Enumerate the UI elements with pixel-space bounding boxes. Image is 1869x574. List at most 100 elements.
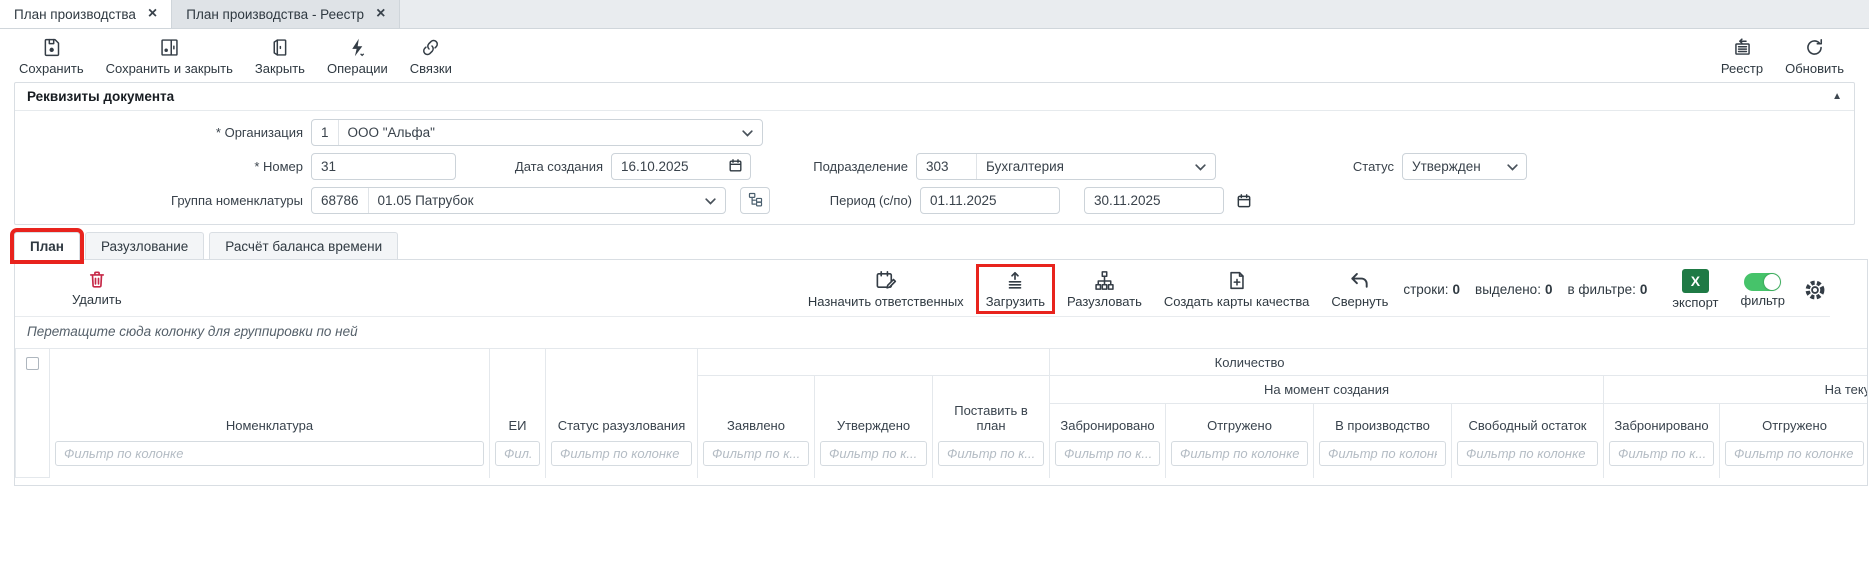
collapse-panel-icon[interactable]: ▲ [1832,91,1842,102]
close-icon[interactable]: × [148,6,157,22]
operations-button[interactable]: Операции [316,34,399,79]
column-header-reserved-2[interactable]: Забронировано [1604,404,1720,440]
registry-button[interactable]: Реестр [1710,34,1774,79]
period-calendar-icon[interactable] [1236,193,1252,209]
filter-toggle[interactable] [1744,273,1781,291]
nomenclature-group-select[interactable]: 68786 01.05 Патрубок [311,187,726,214]
chevron-down-icon [705,193,716,208]
column-header-unit[interactable]: ЕИ [490,349,546,440]
filter-input-decomposition-status[interactable] [551,441,692,466]
load-button[interactable]: Загрузить [979,267,1052,311]
tab-decomposition-label: Разузлование [101,239,188,254]
window-tab-registry[interactable]: План производства - Реестр × [171,0,400,28]
creation-date-field[interactable]: 16.10.2025 [611,153,751,180]
creation-date-value: 16.10.2025 [621,159,689,174]
nomenclature-group-code: 68786 [312,188,369,213]
trash-icon [87,269,107,290]
department-select[interactable]: 303 Бухгалтерия [916,153,1216,180]
delete-button[interactable]: Удалить [65,267,129,309]
filter-cell [546,440,698,478]
period-from-field[interactable] [920,187,1060,214]
filter-input-shipped-1[interactable] [1171,441,1308,466]
filter-cell [698,440,815,478]
column-header-free-balance[interactable]: Свободный остаток [1452,404,1604,440]
plan-table: Номенклатура ЕИ Статус разузлования Коли… [15,348,1868,478]
create-quality-cards-button[interactable]: Создать карты качества [1157,267,1316,311]
filter-input-approved[interactable] [820,441,927,466]
select-all-cell [16,349,50,478]
filter-input-reserved-1[interactable] [1055,441,1160,466]
column-header-nomenclature[interactable]: Номенклатура [50,349,490,440]
window-tab-bar: План производства × План производства - … [0,0,1869,29]
chevron-down-icon [1195,159,1206,174]
save-close-icon [159,37,180,58]
refresh-button[interactable]: Обновить [1774,34,1855,79]
tab-plan[interactable]: План [14,232,80,260]
group-header-quantity: Количество [1050,349,1868,376]
group-header-current: На текущий момент [1604,376,1868,404]
rows-counter: строки:0 [1403,282,1460,297]
assign-responsible-button[interactable]: Назначить ответственных [801,267,971,311]
department-name: Бухгалтерия [986,159,1064,174]
hierarchy-icon [1093,269,1116,292]
calendar-edit-icon [874,269,898,292]
column-header-decomposition-status[interactable]: Статус разузлования [546,349,698,440]
filter-input-nomenclature[interactable] [55,441,484,466]
gear-icon [1804,289,1826,304]
column-header-in-production[interactable]: В производство [1314,404,1452,440]
grid-toolbar: Удалить Назначить ответственных Загрузит… [15,260,1830,316]
filter-input-declared[interactable] [703,441,809,466]
filter-input-shipped-2[interactable] [1725,441,1864,466]
window-tab-plan[interactable]: План производства × [0,0,171,28]
form-row-number: * Номер Дата создания 16.10.2025 Подразд… [27,153,1842,180]
column-header-approved[interactable]: Утверждено [815,376,933,440]
export-button[interactable]: X экспорт [1665,267,1725,312]
tab-time-balance[interactable]: Расчёт баланса времени [209,232,398,260]
organization-select[interactable]: 1 ООО "Альфа" [311,119,763,146]
save-label: Сохранить [19,61,84,76]
save-and-close-button[interactable]: Сохранить и закрыть [95,34,244,79]
tab-decomposition[interactable]: Разузлование [85,232,204,260]
filter-input-put-in-plan[interactable] [938,441,1044,466]
registry-icon [1732,37,1753,58]
decompose-label: Разузловать [1067,294,1142,309]
period-to-field[interactable] [1084,187,1224,214]
filter-input-free-balance[interactable] [1457,441,1598,466]
column-header-reserved-1[interactable]: Забронировано [1050,404,1166,440]
links-button[interactable]: Связки [399,34,463,79]
requisites-title: Реквизиты документа [27,89,174,104]
requisites-panel: Реквизиты документа ▲ * Организация 1 ОО… [14,82,1855,225]
nomenclature-tree-button[interactable] [740,187,770,214]
column-header-shipped-1[interactable]: Отгружено [1166,404,1314,440]
filter-input-reserved-2[interactable] [1609,441,1714,466]
undo-arrow-icon [1348,269,1371,292]
filter-input-unit[interactable] [495,441,540,466]
collapse-rows-button[interactable]: Свернуть [1324,267,1395,311]
filter-input-in-production[interactable] [1319,441,1446,466]
toggle-knob [1764,274,1780,290]
group-by-dropzone[interactable]: Перетащите сюда колонку для группировки … [15,316,1830,348]
document-tab-bar: План Разузлование Расчёт баланса времени [14,229,1869,260]
filter-cell [490,440,546,478]
requisites-header: Реквизиты документа ▲ [15,83,1854,111]
decompose-button[interactable]: Разузловать [1060,267,1149,311]
column-header-put-in-plan[interactable]: Поставить в план [933,376,1050,440]
column-header-shipped-2[interactable]: Отгружено [1720,404,1868,440]
save-button[interactable]: Сохранить [8,34,95,79]
toolbar-left-group: Сохранить Сохранить и закрыть Закрыть Оп… [8,34,463,79]
form-row-nomenclature-group: Группа номенклатуры 68786 01.05 Патрубок… [27,187,1842,214]
main-toolbar: Сохранить Сохранить и закрыть Закрыть Оп… [0,29,1869,82]
column-header-declared[interactable]: Заявлено [698,376,815,440]
status-select[interactable]: Утвержден [1402,153,1527,180]
close-icon[interactable]: × [376,6,385,22]
chevron-down-icon [1507,159,1518,174]
number-field[interactable] [311,153,456,180]
organization-name: ООО "Альфа" [348,125,435,140]
calendar-icon[interactable] [728,158,743,176]
filter-cell [1604,440,1720,478]
save-icon [41,37,62,58]
close-button[interactable]: Закрыть [244,34,316,79]
filter-toggle-label: фильтр [1741,293,1785,308]
settings-button[interactable] [1800,273,1830,304]
select-all-checkbox[interactable] [26,357,39,370]
